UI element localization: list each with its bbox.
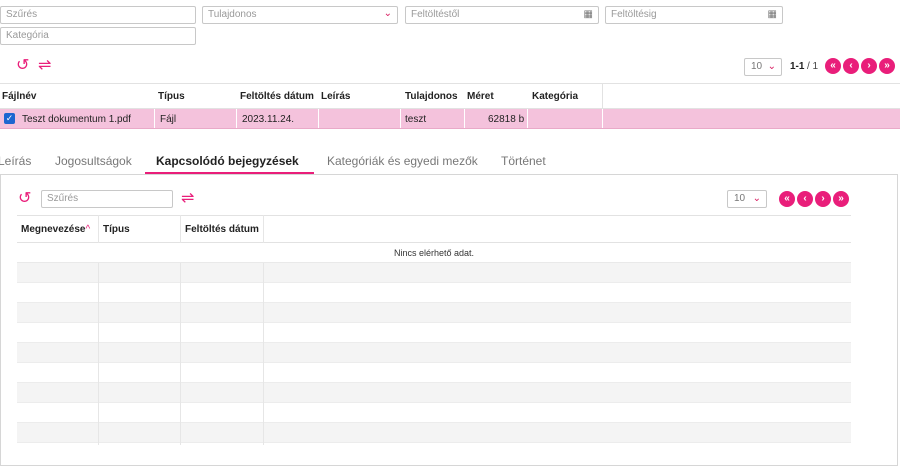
next-page-icon[interactable]: › xyxy=(815,191,831,207)
cell-size: 62818 b xyxy=(488,114,525,125)
related-page-size-value: 10 xyxy=(734,193,746,204)
row-checkbox[interactable]: ✓ xyxy=(4,113,15,124)
tab-related-entries[interactable]: Kapcsolódó bejegyzések xyxy=(156,154,299,168)
table-row xyxy=(17,343,851,363)
column-header-type[interactable]: Típus xyxy=(158,91,185,102)
cell-filename: Teszt dokumentum 1.pdf xyxy=(22,114,131,125)
table-row[interactable]: ✓ Teszt dokumentum 1.pdf Fájl 2023.11.24… xyxy=(0,109,900,129)
sort-asc-icon: ^ xyxy=(85,224,91,235)
related-table-header: Megnevezése^ Típus Feltöltés dátum xyxy=(17,215,851,243)
table-row xyxy=(17,383,851,403)
table-row xyxy=(17,283,851,303)
tab-history[interactable]: Történet xyxy=(501,154,546,168)
cell-owner: teszt xyxy=(405,114,427,125)
next-page-icon[interactable]: › xyxy=(861,58,877,74)
related-search-placeholder: Szűrés xyxy=(47,193,79,204)
upload-from-date-input[interactable]: Feltöltéstől ▦ xyxy=(405,6,599,24)
column-header-type[interactable]: Típus xyxy=(103,224,130,235)
related-page-size-select[interactable]: 10 ⌄ xyxy=(727,190,767,208)
owner-select[interactable]: Tulajdonos ⌄ xyxy=(202,6,398,24)
table-row xyxy=(17,263,851,283)
table-row xyxy=(17,423,851,443)
calendar-icon[interactable]: ▦ xyxy=(768,9,777,21)
pager-range: 1-1 xyxy=(790,61,805,72)
column-header-size[interactable]: Méret xyxy=(467,91,494,102)
related-search-input[interactable]: Szűrés xyxy=(41,190,173,208)
last-page-icon[interactable]: » xyxy=(879,58,895,74)
column-header-description[interactable]: Leírás xyxy=(321,91,350,102)
empty-state-text: Nincs elérhető adat. xyxy=(17,243,851,263)
search-placeholder: Szűrés xyxy=(6,9,38,20)
last-page-icon[interactable]: » xyxy=(833,191,849,207)
tab-permissions[interactable]: Jogosultságok xyxy=(55,154,132,168)
column-header-owner[interactable]: Tulajdonos xyxy=(405,91,458,102)
first-page-icon[interactable]: « xyxy=(779,191,795,207)
column-header-filename[interactable]: Fájlnév xyxy=(2,91,36,102)
related-table-body xyxy=(17,263,851,445)
table-row xyxy=(17,403,851,423)
upload-from-placeholder: Feltöltéstől xyxy=(411,9,460,20)
table-row xyxy=(17,323,851,343)
column-header-upload-date[interactable]: Feltöltés dátum xyxy=(185,224,259,235)
chevron-down-icon: ⌄ xyxy=(752,193,761,204)
owner-placeholder: Tulajdonos xyxy=(208,9,257,20)
swap-icon[interactable]: ⇌ xyxy=(38,58,51,74)
table-row xyxy=(17,303,851,323)
reset-icon[interactable]: ↺ xyxy=(16,58,29,74)
table-row xyxy=(17,363,851,383)
cell-type: Fájl xyxy=(160,114,177,125)
calendar-icon[interactable]: ▦ xyxy=(584,9,593,21)
swap-icon[interactable]: ⇌ xyxy=(181,191,194,207)
column-header-name[interactable]: Megnevezése^ xyxy=(21,224,90,235)
detail-tabs: Leírás Jogosultságok Kapcsolódó bejegyzé… xyxy=(0,152,900,174)
column-header-category[interactable]: Kategória xyxy=(532,91,578,102)
search-input[interactable]: Szűrés xyxy=(0,6,196,24)
page-size-select[interactable]: 10 ⌄ xyxy=(744,58,782,76)
first-page-icon[interactable]: « xyxy=(825,58,841,74)
prev-page-icon[interactable]: ‹ xyxy=(797,191,813,207)
cell-upload-date: 2023.11.24. xyxy=(242,114,295,125)
tab-description[interactable]: Leírás xyxy=(0,154,31,168)
upload-to-placeholder: Feltöltésig xyxy=(611,9,657,20)
category-placeholder: Kategória xyxy=(6,30,49,41)
chevron-down-icon: ⌄ xyxy=(383,8,392,19)
category-input[interactable]: Kategória xyxy=(0,27,196,45)
page-size-value: 10 xyxy=(751,61,763,72)
tab-categories-custom-fields[interactable]: Kategóriák és egyedi mezők xyxy=(327,154,478,168)
prev-page-icon[interactable]: ‹ xyxy=(843,58,859,74)
chevron-down-icon: ⌄ xyxy=(767,61,776,72)
reset-icon[interactable]: ↺ xyxy=(18,191,31,207)
upload-to-date-input[interactable]: Feltöltésig ▦ xyxy=(605,6,783,24)
documents-table-header: Fájlnév Típus Feltöltés dátum Leírás Tul… xyxy=(0,83,900,109)
column-header-upload-date[interactable]: Feltöltés dátum xyxy=(240,91,314,102)
pager-total: / 1 xyxy=(807,61,819,72)
